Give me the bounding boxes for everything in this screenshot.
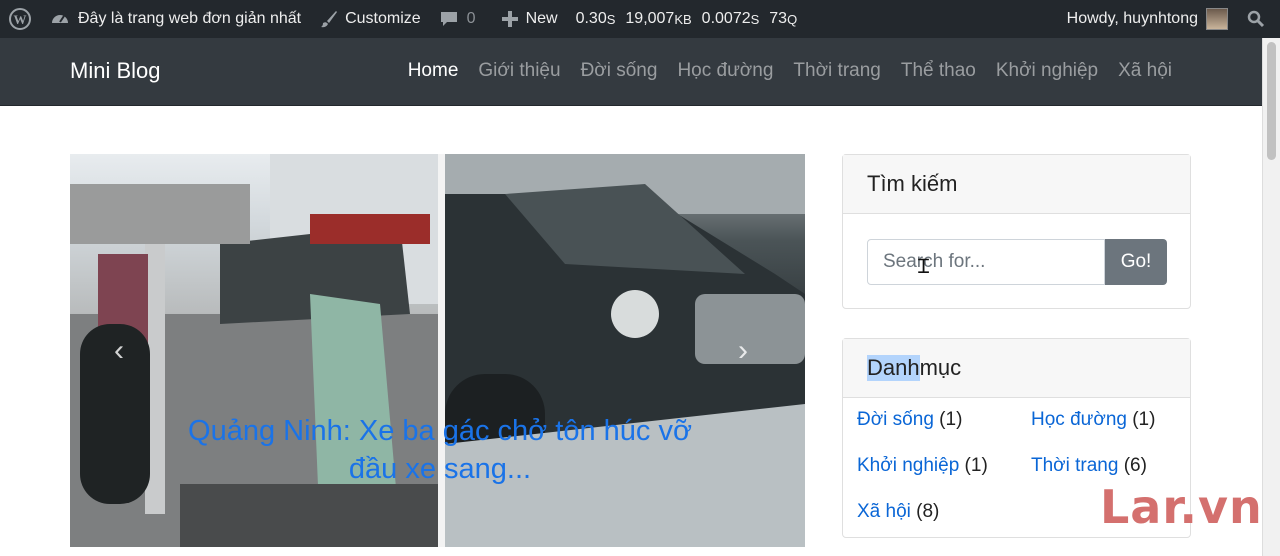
page-scrollbar[interactable] — [1262, 38, 1280, 556]
list-item: Thời trang (6) — [1031, 455, 1191, 481]
search-form: Go! — [867, 239, 1167, 285]
nav-xa-hoi[interactable]: Xã hội — [1108, 60, 1182, 82]
carousel-photo-right — [445, 154, 805, 547]
search-widget: Tìm kiếm Go! — [842, 154, 1191, 309]
featured-carousel[interactable]: ‹ › Quảng Ninh: Xe ba gác chở tôn húc vỡ… — [70, 154, 805, 547]
nav-home[interactable]: Home — [398, 60, 469, 82]
svg-text:W: W — [14, 12, 27, 27]
site-brand[interactable]: Mini Blog — [70, 58, 160, 84]
site-navbar: Mini Blog Home Giới thiệu Đời sống Học đ… — [0, 38, 1262, 106]
nav-doi-song[interactable]: Đời sống — [571, 60, 668, 82]
howdy-text: Howdy, huynhtong — [1066, 10, 1198, 27]
list-item: Đời sống (1) — [857, 409, 1031, 435]
carousel-divider — [438, 154, 445, 547]
carousel-photo-left — [70, 154, 438, 547]
list-item: Khởi nghiệp (1) — [857, 455, 1031, 481]
categories-widget-title: Danh mục — [843, 339, 1190, 398]
qm-time-unit: S — [606, 11, 616, 27]
plus-icon — [498, 7, 522, 31]
wordpress-icon: W — [8, 7, 32, 31]
search-icon — [1244, 7, 1268, 31]
watermark: Lar.vn — [1100, 480, 1263, 534]
category-count: (1) — [1132, 409, 1156, 430]
nav-hoc-duong[interactable]: Học đường — [667, 60, 783, 82]
my-account-menu[interactable]: Howdy, huynhtong — [1059, 0, 1236, 38]
category-count: (6) — [1123, 455, 1147, 476]
admin-search[interactable] — [1236, 0, 1280, 38]
carousel-prev-icon[interactable]: ‹ — [114, 334, 124, 368]
category-count: (1) — [939, 409, 963, 430]
category-link[interactable]: Đời sống — [857, 409, 934, 430]
customize-label: Customize — [345, 10, 421, 27]
search-input[interactable] — [867, 239, 1105, 285]
qm-query-time-unit: S — [750, 11, 760, 27]
list-item: Học đường (1) — [1031, 409, 1191, 435]
carousel-caption[interactable]: Quảng Ninh: Xe ba gác chở tôn húc vỡ đầu… — [180, 412, 700, 488]
nav-the-thao[interactable]: Thể thao — [891, 60, 986, 82]
qm-memory-unit: KB — [674, 11, 692, 27]
qm-memory: 19,007 — [625, 10, 675, 27]
site-name-menu[interactable]: Đây là trang web đơn giản nhất — [40, 0, 309, 38]
dashboard-icon — [48, 7, 72, 31]
customize-link[interactable]: Customize — [309, 0, 429, 38]
categories-title-rest: mục — [919, 355, 962, 380]
text-cursor-icon: Ɪ — [918, 256, 930, 278]
new-content-menu[interactable]: New — [490, 0, 566, 38]
paintbrush-icon — [317, 7, 341, 31]
admin-bar: W Đây là trang web đơn giản nhất Customi… — [0, 0, 1280, 38]
avatar — [1206, 8, 1228, 30]
wp-logo-menu[interactable]: W — [0, 0, 40, 38]
new-label: New — [525, 10, 558, 27]
carousel-next-icon[interactable]: › — [738, 334, 748, 368]
search-widget-title: Tìm kiếm — [843, 155, 1190, 214]
comments-link[interactable]: 0 — [429, 0, 484, 38]
comments-count: 0 — [466, 10, 476, 27]
categories-title-selected: Danh — [867, 355, 920, 381]
qm-queries-unit: Q — [787, 11, 798, 27]
site-name: Đây là trang web đơn giản nhất — [78, 10, 302, 27]
qm-queries: 73 — [769, 10, 788, 27]
list-item: Xã hội (8) — [857, 501, 1031, 527]
category-count: (1) — [964, 455, 988, 476]
nav-khoi-nghiep[interactable]: Khởi nghiệp — [986, 60, 1108, 82]
category-count: (8) — [916, 501, 940, 522]
category-link[interactable]: Học đường — [1031, 409, 1127, 430]
nav-gioi-thieu[interactable]: Giới thiệu — [468, 60, 570, 82]
comment-bubble-icon — [437, 7, 461, 31]
category-link[interactable]: Xã hội — [857, 501, 911, 522]
category-link[interactable]: Thời trang — [1031, 455, 1118, 476]
nav-thoi-trang[interactable]: Thời trang — [783, 60, 890, 82]
category-link[interactable]: Khởi nghiệp — [857, 455, 959, 476]
qm-time: 0.30 — [575, 10, 607, 27]
query-monitor-menu[interactable]: 0.30 S 19,007 KB 0.0072 S 73 Q — [568, 0, 806, 38]
search-go-button[interactable]: Go! — [1105, 239, 1167, 285]
scrollbar-thumb[interactable] — [1267, 42, 1276, 160]
qm-query-time: 0.0072 — [701, 10, 751, 27]
main-nav: Home Giới thiệu Đời sống Học đường Thời … — [398, 60, 1182, 82]
